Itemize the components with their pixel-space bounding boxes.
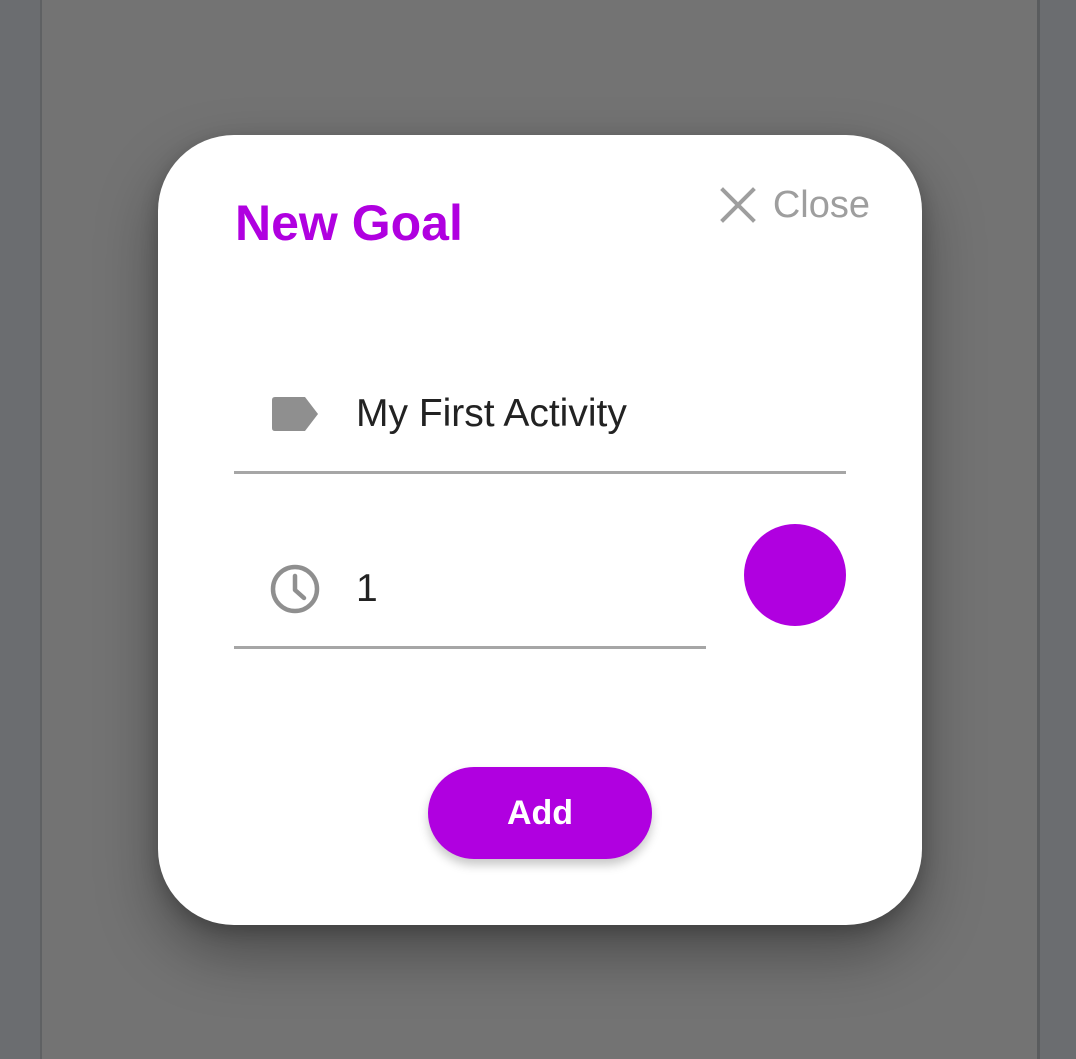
new-goal-dialog: New Goal Close A (158, 135, 922, 925)
activity-name-input[interactable] (356, 392, 796, 436)
activity-name-field[interactable] (234, 357, 846, 474)
clock-icon (268, 562, 322, 616)
duration-input[interactable] (356, 567, 676, 611)
close-label: Close (772, 184, 870, 226)
screen: New Goal Close A (0, 0, 1076, 1059)
label-tag-icon (268, 387, 322, 441)
duration-field[interactable] (234, 532, 706, 649)
dialog-title: New Goal (235, 195, 463, 251)
add-button[interactable]: Add (428, 767, 652, 859)
close-button[interactable]: Close (719, 181, 870, 229)
close-icon (720, 187, 756, 223)
color-picker-swatch[interactable] (744, 524, 846, 626)
